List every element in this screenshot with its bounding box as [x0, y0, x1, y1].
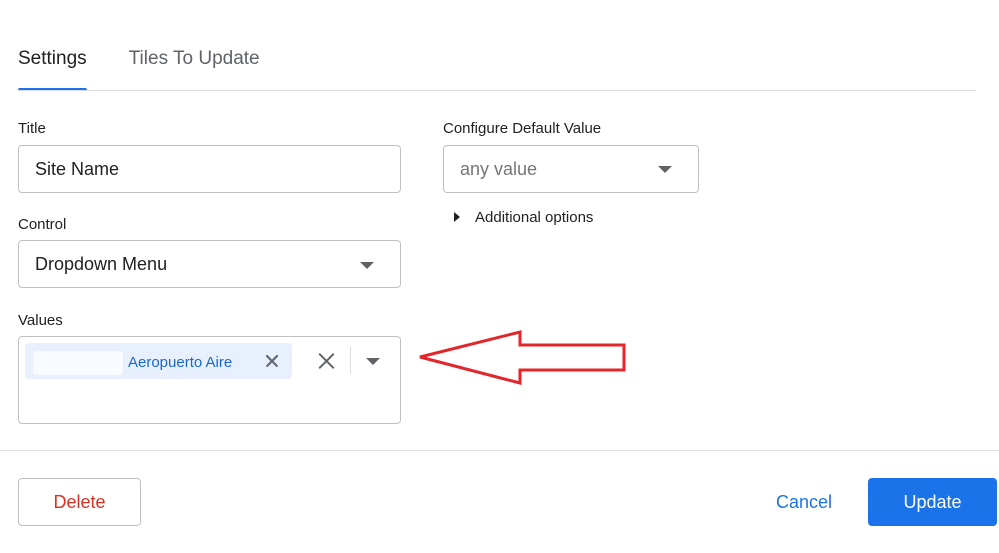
annotation-arrow: [419, 330, 626, 385]
delete-button[interactable]: Delete: [18, 478, 141, 526]
footer-divider: [0, 450, 999, 451]
cancel-button[interactable]: Cancel: [763, 478, 845, 526]
update-button[interactable]: Update: [868, 478, 997, 526]
